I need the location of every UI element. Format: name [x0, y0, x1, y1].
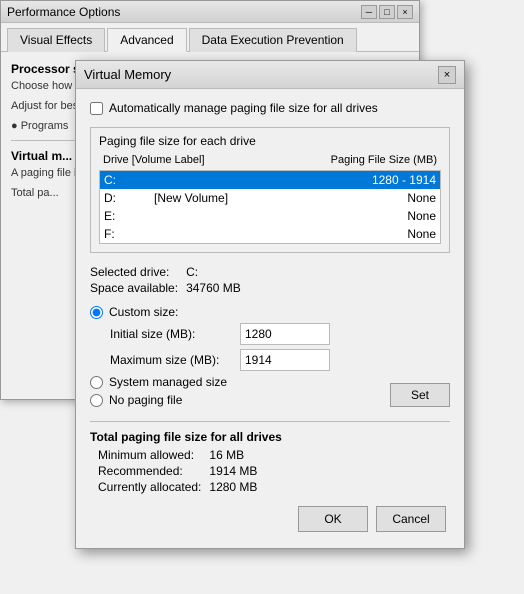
initial-size-label: Initial size (MB):	[110, 327, 240, 341]
vm-title-text: Virtual Memory	[84, 67, 171, 82]
auto-manage-checkbox[interactable]	[90, 102, 103, 115]
drive-e-letter: E:	[104, 209, 154, 223]
drive-e-size: None	[295, 209, 436, 223]
sys-managed-radio[interactable]	[90, 376, 103, 389]
drive-f-size: None	[295, 227, 436, 241]
space-avail-label: Space available:	[90, 281, 178, 295]
perf-title-text: Performance Options	[7, 5, 120, 19]
no-paging-label: No paging file	[109, 393, 182, 407]
tab-dep[interactable]: Data Execution Prevention	[189, 28, 357, 52]
initial-size-row: Initial size (MB):	[90, 323, 450, 345]
custom-size-section: Custom size: Initial size (MB): Maximum …	[90, 305, 450, 411]
no-paging-radio[interactable]	[90, 394, 103, 407]
recommended-label: Recommended:	[98, 464, 201, 478]
vm-title-bar: Virtual Memory ×	[76, 61, 464, 89]
drive-group-box: Paging file size for each drive Drive [V…	[90, 127, 450, 253]
drive-c-size: 1280 - 1914	[295, 173, 436, 187]
total-grid: Minimum allowed: 16 MB Recommended: 1914…	[90, 448, 450, 494]
ok-cancel-row: OK Cancel	[90, 506, 450, 536]
drive-row-e[interactable]: E: None	[100, 207, 440, 225]
vm-close-btn[interactable]: ×	[438, 66, 456, 84]
drive-d-size: None	[295, 191, 436, 205]
tab-visual-effects[interactable]: Visual Effects	[7, 28, 105, 52]
drive-c-letter: C:	[104, 173, 154, 187]
drive-f-letter: F:	[104, 227, 154, 241]
tab-bar: Visual Effects Advanced Data Execution P…	[1, 23, 419, 52]
drive-row-c[interactable]: C: 1280 - 1914	[100, 171, 440, 189]
space-avail-value: 34760 MB	[186, 281, 450, 295]
selected-drive-label: Selected drive:	[90, 265, 178, 279]
set-button[interactable]: Set	[390, 383, 450, 407]
total-section-title: Total paging file size for all drives	[90, 430, 450, 444]
tab-advanced[interactable]: Advanced	[107, 28, 186, 52]
max-size-input[interactable]	[240, 349, 330, 371]
drive-row-f[interactable]: F: None	[100, 225, 440, 243]
set-btn-row: Set	[390, 383, 450, 407]
perf-title-controls: ─ □ ×	[361, 5, 413, 19]
currently-alloc-value: 1280 MB	[209, 480, 450, 494]
auto-manage-row: Automatically manage paging file size fo…	[90, 101, 450, 115]
total-paging-section: Total paging file size for all drives Mi…	[90, 421, 450, 494]
selected-drive-info: Selected drive: C: Space available: 3476…	[90, 265, 450, 295]
group-header: Paging file size for each drive	[99, 134, 441, 148]
auto-manage-label: Automatically manage paging file size fo…	[109, 101, 378, 115]
drive-d-label: [New Volume]	[154, 191, 295, 205]
max-size-row: Maximum size (MB):	[90, 349, 450, 371]
perf-maximize-btn[interactable]: □	[379, 5, 395, 19]
no-paging-radio-row: No paging file	[90, 393, 227, 407]
header-paging-size: Paging File Size (MB)	[270, 154, 437, 166]
currently-alloc-label: Currently allocated:	[98, 480, 201, 494]
drive-d-letter: D:	[104, 191, 154, 205]
perf-title-bar: Performance Options ─ □ ×	[1, 1, 419, 23]
min-allowed-value: 16 MB	[209, 448, 450, 462]
custom-size-radio[interactable]	[90, 306, 103, 319]
perf-close-btn[interactable]: ×	[397, 5, 413, 19]
custom-size-radio-row: Custom size:	[90, 305, 450, 319]
recommended-value: 1914 MB	[209, 464, 450, 478]
drive-list: C: 1280 - 1914 D: [New Volume] None E: N…	[99, 170, 441, 244]
sys-managed-radio-row: System managed size	[90, 375, 227, 389]
max-size-label: Maximum size (MB):	[110, 353, 240, 367]
selected-drive-value: C:	[186, 265, 450, 279]
initial-size-input[interactable]	[240, 323, 330, 345]
header-drive: Drive [Volume Label]	[103, 154, 270, 166]
vm-dialog: Virtual Memory × Automatically manage pa…	[75, 60, 465, 549]
drive-e-label	[154, 209, 295, 223]
cancel-button[interactable]: Cancel	[376, 506, 446, 532]
min-allowed-label: Minimum allowed:	[98, 448, 201, 462]
drive-c-label	[154, 173, 295, 187]
perf-minimize-btn[interactable]: ─	[361, 5, 377, 19]
sys-managed-label: System managed size	[109, 375, 227, 389]
ok-button[interactable]: OK	[298, 506, 368, 532]
vm-body: Automatically manage paging file size fo…	[76, 89, 464, 548]
custom-size-label: Custom size:	[109, 305, 178, 319]
drive-row-d[interactable]: D: [New Volume] None	[100, 189, 440, 207]
drive-f-label	[154, 227, 295, 241]
table-header: Drive [Volume Label] Paging File Size (M…	[99, 152, 441, 168]
